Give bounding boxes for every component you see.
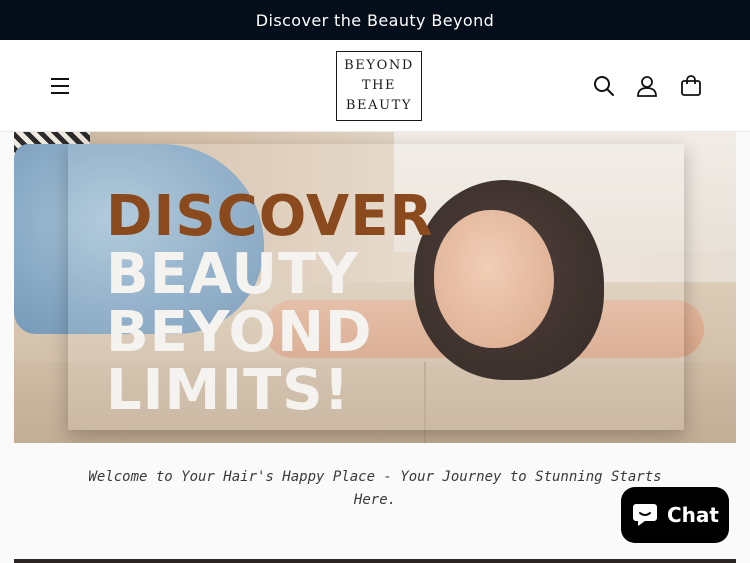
headline-line: BEYOND (106, 300, 373, 365)
announcement-bar: Discover the Beauty Beyond (0, 0, 750, 40)
logo[interactable]: BEYOND THE BEAUTY (336, 51, 422, 121)
menu-icon (51, 78, 69, 94)
site-header: BEYOND THE BEAUTY (0, 40, 750, 132)
logo-line: THE (361, 78, 397, 93)
logo-line: BEYOND (344, 58, 414, 73)
welcome-text: Welcome to Your Hair's Happy Place - You… (88, 469, 662, 508)
headline-line: BEAUTY (106, 242, 359, 307)
account-icon (637, 76, 657, 97)
hero-banner[interactable]: DISCOVER BEAUTY BEYOND LIMITS! (14, 132, 736, 443)
cart-button[interactable] (675, 70, 707, 102)
search-button[interactable] (588, 70, 620, 102)
menu-button[interactable] (44, 70, 76, 102)
announcement-text: Discover the Beauty Beyond (255, 10, 495, 30)
cart-icon (681, 75, 701, 96)
chat-label: Chat (667, 503, 719, 527)
headline-line: DISCOVER (106, 184, 434, 249)
chat-button[interactable]: Chat (621, 487, 729, 543)
hero-headline: DISCOVER BEAUTY BEYOND LIMITS! (106, 188, 666, 420)
search-icon (594, 76, 614, 96)
chat-bubble-icon (633, 504, 657, 526)
headline-line: LIMITS! (106, 358, 351, 423)
account-button[interactable] (631, 70, 663, 102)
next-section-edge (14, 559, 736, 563)
logo-line: BEAUTY (345, 98, 413, 113)
